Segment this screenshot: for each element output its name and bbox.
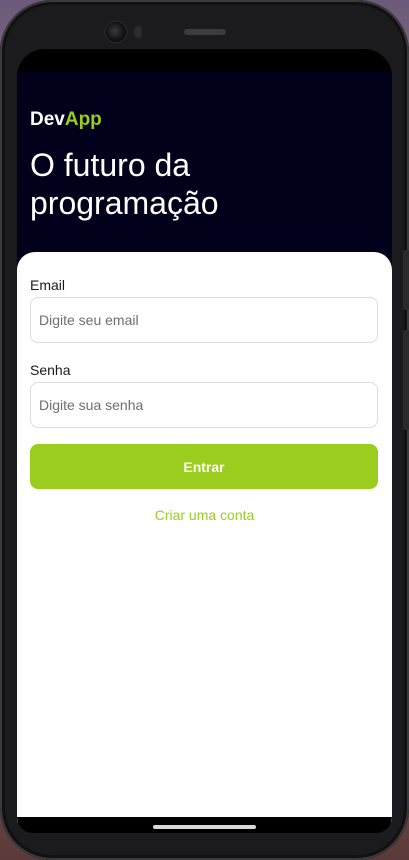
speaker-icon <box>184 29 226 35</box>
email-label: Email <box>30 277 66 293</box>
password-field[interactable] <box>30 382 378 428</box>
brand-accent: App <box>64 109 102 130</box>
page-title: O futuro da programação <box>30 147 219 221</box>
login-button[interactable]: Entrar <box>30 444 378 489</box>
camera-icon <box>106 22 126 42</box>
status-bar <box>17 49 392 72</box>
brand-logo: DevApp <box>30 109 102 131</box>
phone-frame: DevApp O futuro da programação Email Sen… <box>0 0 409 860</box>
password-label: Senha <box>30 362 71 378</box>
brand-prefix: Dev <box>30 109 65 130</box>
create-account-link[interactable]: Criar uma conta <box>17 507 392 523</box>
sensor-icon <box>134 26 142 38</box>
screen: DevApp O futuro da programação Email Sen… <box>17 49 392 825</box>
home-indicator-icon[interactable] <box>153 825 256 829</box>
email-field[interactable] <box>30 297 378 343</box>
volume-button <box>403 250 409 310</box>
power-button <box>403 330 409 430</box>
login-card: Email Senha Entrar Criar uma conta <box>17 252 392 825</box>
